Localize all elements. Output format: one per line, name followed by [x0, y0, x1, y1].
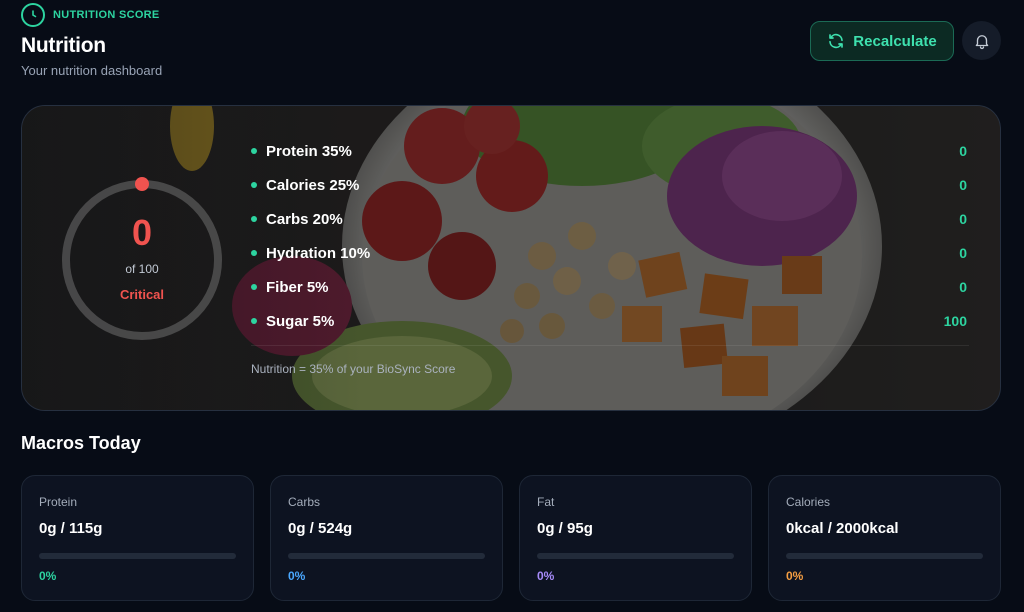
macro-card-protein: Protein 0g / 115g 0%	[21, 475, 254, 601]
refresh-icon	[829, 33, 844, 49]
factor-row: Fiber 5% 0	[251, 270, 971, 304]
macro-card-carbs: Carbs 0g / 524g 0%	[270, 475, 503, 601]
factor-label: Calories 25%	[266, 176, 360, 194]
divider	[251, 345, 969, 346]
factor-value: 0	[959, 143, 967, 159]
score-status: Critical	[119, 287, 165, 302]
macro-value: 0kcal / 2000kcal	[786, 520, 899, 537]
factor-label: Sugar 5%	[266, 312, 335, 330]
macro-label: Calories	[786, 495, 831, 509]
macro-percent: 0%	[786, 569, 804, 583]
factor-value: 100	[943, 313, 967, 329]
macro-percent: 0%	[537, 569, 555, 583]
macro-label: Protein	[39, 495, 78, 509]
macros-section-title: Macros Today	[21, 433, 141, 453]
bullet-dot	[251, 318, 257, 324]
nutrition-score-card: 0 of 100 Critical Protein 35% 0 Calories…	[21, 105, 1001, 411]
factor-label: Fiber 5%	[266, 278, 329, 296]
clock-icon	[21, 3, 45, 27]
factor-row: Hydration 10% 0	[251, 236, 971, 270]
factor-label: Carbs 20%	[266, 210, 343, 228]
nutrition-score-badge: NUTRITION SCORE	[21, 3, 160, 27]
bullet-dot	[251, 148, 257, 154]
factor-row: Sugar 5% 100	[251, 304, 971, 338]
bullet-dot	[251, 250, 257, 256]
factor-row: Calories 25% 0	[251, 168, 971, 202]
recalculate-button[interactable]: Recalculate	[810, 21, 954, 61]
page-subtitle: Your nutrition dashboard	[21, 63, 163, 78]
factor-label: Protein 35%	[266, 142, 352, 160]
macro-progress-bar	[288, 553, 485, 559]
score-value: 0	[131, 212, 153, 253]
factor-row: Carbs 20% 0	[251, 202, 971, 236]
notifications-button[interactable]	[962, 21, 1001, 60]
factor-value: 0	[959, 211, 967, 227]
factor-row: Protein 35% 0	[251, 134, 971, 168]
macro-progress-bar	[39, 553, 236, 559]
page-title: Nutrition	[21, 34, 106, 57]
macro-label: Carbs	[288, 495, 321, 509]
score-factors-list: Protein 35% 0 Calories 25% 0 Carbs 20% 0…	[251, 134, 971, 338]
factor-label: Hydration 10%	[266, 244, 371, 262]
bullet-dot	[251, 182, 257, 188]
score-max-label: of 100	[125, 262, 159, 276]
factor-value: 0	[959, 177, 967, 193]
factor-value: 0	[959, 245, 967, 261]
macro-progress-bar	[537, 553, 734, 559]
macro-percent: 0%	[288, 569, 306, 583]
macro-value: 0g / 95g	[537, 520, 593, 537]
macro-label: Fat	[537, 495, 555, 509]
bell-icon	[975, 34, 988, 49]
recalculate-label: Recalculate	[853, 32, 937, 50]
macro-card-fat: Fat 0g / 95g 0%	[519, 475, 752, 601]
bullet-dot	[251, 216, 257, 222]
macro-card-calories: Calories 0kcal / 2000kcal 0%	[768, 475, 1001, 601]
score-progress-marker	[135, 177, 149, 191]
macro-percent: 0%	[39, 569, 57, 583]
macro-progress-bar	[786, 553, 983, 559]
badge-label: NUTRITION SCORE	[53, 9, 160, 21]
factor-value: 0	[959, 279, 967, 295]
macro-value: 0g / 524g	[288, 520, 353, 537]
score-footnote: Nutrition = 35% of your BioSync Score	[251, 362, 456, 376]
macro-value: 0g / 115g	[39, 520, 103, 537]
bullet-dot	[251, 284, 257, 290]
score-ring	[62, 177, 222, 340]
